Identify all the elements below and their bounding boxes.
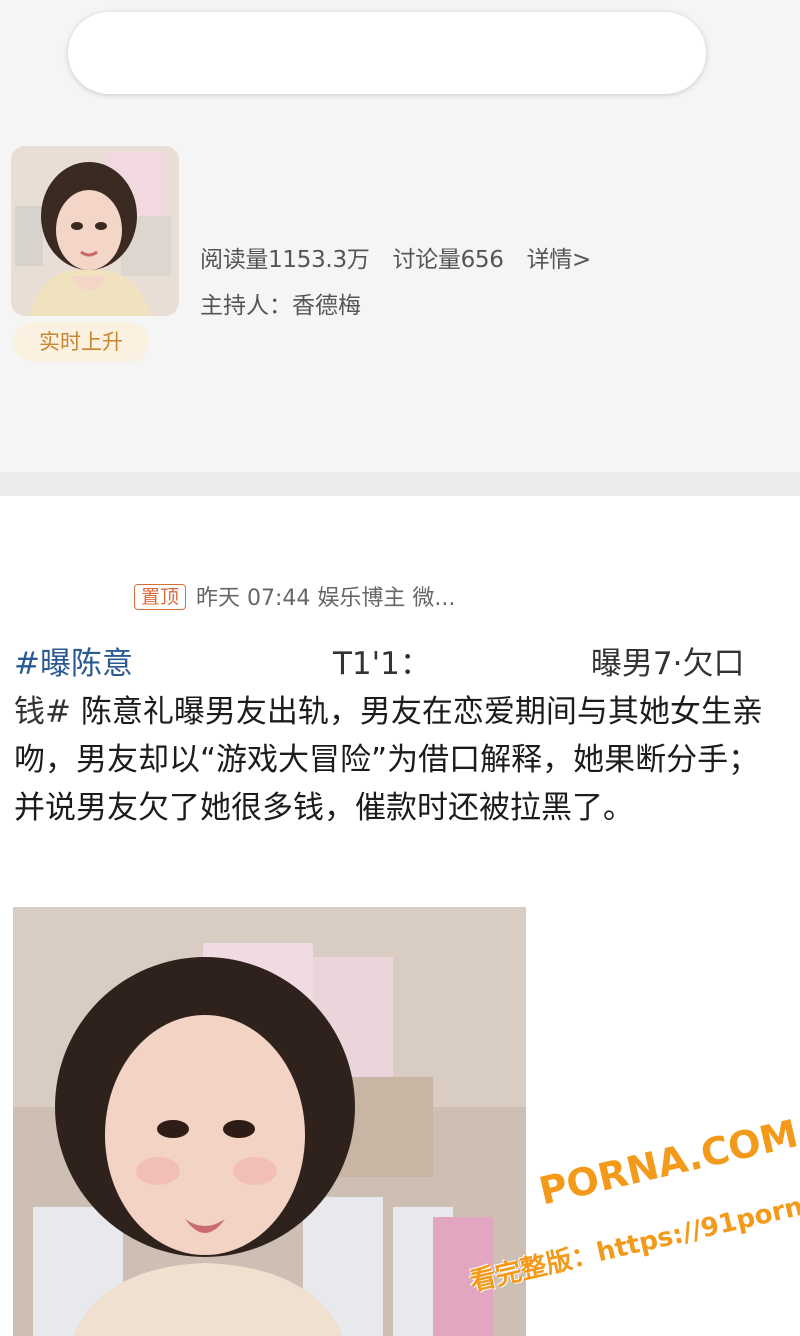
topic-stats: 阅读量1153.3万 讨论量656 详情> — [200, 240, 607, 274]
section-divider — [0, 472, 800, 496]
topic-host: 主持人：香德梅 — [200, 293, 361, 319]
post-text: #曝陈意 T1'1： 曝男7·欠口钱# 陈意礼曝男友出轨，男友在恋爱期间与其她女生亲… — [14, 640, 784, 832]
hashtag-mid: T1'1： — [332, 646, 431, 682]
post-meta: 置顶 昨天 07:44 娱乐博主 微... — [134, 580, 455, 612]
post-photo[interactable] — [13, 907, 526, 1336]
post-card: 置顶 昨天 07:44 娱乐博主 微... #曝陈意 T1'1： 曝男7·欠口钱# 陈… — [0, 496, 800, 1336]
topic-thumbnail[interactable] — [11, 146, 179, 316]
post-photo-image — [13, 907, 526, 1336]
pinned-badge: 置顶 — [134, 584, 187, 610]
screen: 阅读量1153.3万 讨论量656 详情> 主持人：香德梅 实时上升 置顶 昨天 … — [0, 0, 800, 1336]
read-count: 阅读量1153.3万 — [200, 247, 370, 273]
post-meta-text: 昨天 07:44 娱乐博主 微... — [196, 586, 456, 611]
hashtag-start: #曝陈意 — [14, 646, 133, 682]
hashtag-tail: 钱# — [14, 694, 71, 730]
hashtag-end: 曝男7·欠口 — [590, 646, 745, 682]
topic-header-card: 阅读量1153.3万 讨论量656 详情> 主持人：香德梅 实时上升 — [0, 0, 800, 472]
discussion-count: 讨论量656 — [392, 247, 504, 273]
search-bar[interactable] — [68, 12, 706, 94]
details-link[interactable]: 详情> — [527, 247, 592, 273]
rising-badge: 实时上升 — [13, 322, 149, 362]
topic-thumbnail-image — [11, 146, 179, 316]
post-body: 陈意礼曝男友出轨，男友在恋爱期间与其她女生亲吻，男友却以“游戏大冒险”为借口解释… — [14, 694, 763, 826]
